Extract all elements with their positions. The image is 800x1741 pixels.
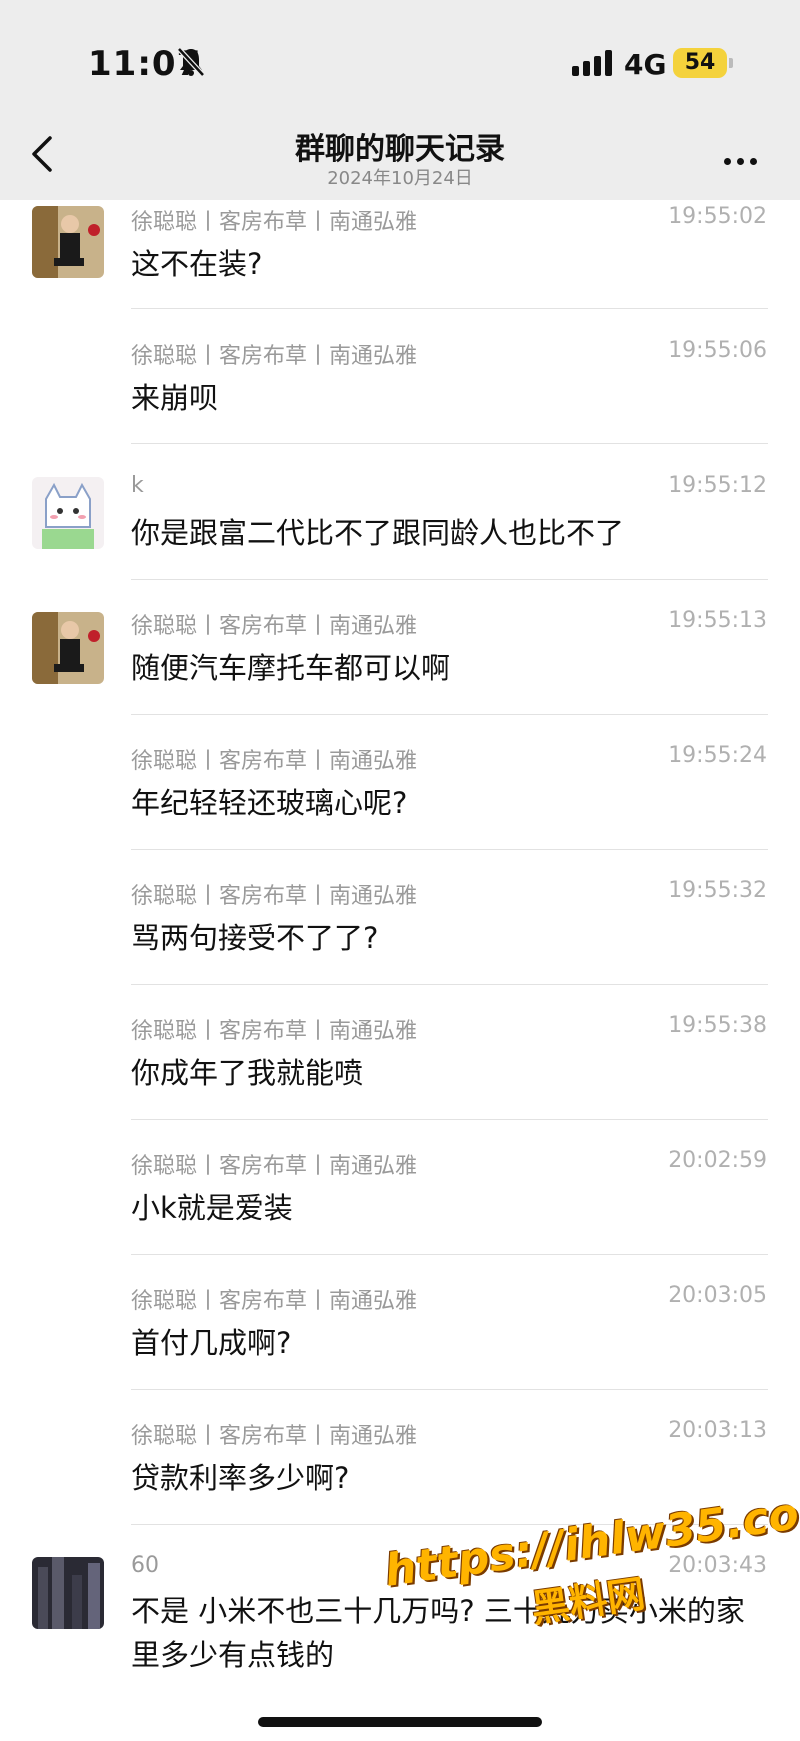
sender-name: 徐聪聪丨客房布草丨南通弘雅 — [131, 1154, 418, 1179]
sender-name: k — [131, 473, 144, 498]
divider — [131, 308, 768, 309]
message-text: 来崩呗 — [131, 381, 219, 415]
page-title: 群聊的聊天记录 — [295, 132, 505, 167]
message-time: 20:03:05 — [668, 1283, 767, 1308]
sender-name: 徐聪聪丨客房布草丨南通弘雅 — [131, 1424, 418, 1449]
divider — [131, 984, 768, 985]
sender-name: 60 — [131, 1553, 159, 1578]
status-bar: 11:07 4G 54 — [0, 0, 800, 120]
divider — [131, 1254, 768, 1255]
message-text: 首付几成啊? — [131, 1326, 292, 1360]
avatar[interactable] — [32, 1557, 104, 1629]
message-time: 20:03:13 — [668, 1418, 767, 1443]
message-text: 随便汽车摩托车都可以啊 — [131, 651, 451, 685]
home-indicator[interactable] — [258, 1717, 542, 1727]
sender-name: 徐聪聪丨客房布草丨南通弘雅 — [131, 1019, 418, 1044]
message-text: 贷款利率多少啊? — [131, 1461, 350, 1495]
message-time: 19:55:02 — [668, 204, 767, 229]
avatar[interactable] — [32, 612, 104, 684]
divider — [131, 443, 768, 444]
message-text: 年纪轻轻还玻璃心呢? — [131, 786, 408, 820]
message-time: 19:55:12 — [668, 473, 767, 498]
signal-icon — [572, 50, 612, 76]
message-time: 19:55:06 — [668, 338, 767, 363]
network-type: 4G — [624, 48, 667, 81]
nav-bar: 群聊的聊天记录 2024年10月24日 — [0, 120, 800, 200]
message-time: 19:55:38 — [668, 1013, 767, 1038]
divider — [131, 1389, 768, 1390]
mute-bell-icon — [177, 47, 205, 77]
sender-name: 徐聪聪丨客房布草丨南通弘雅 — [131, 749, 418, 774]
sender-name: 徐聪聪丨客房布草丨南通弘雅 — [131, 210, 418, 235]
sender-name: 徐聪聪丨客房布草丨南通弘雅 — [131, 344, 418, 369]
message-time: 19:55:24 — [668, 743, 767, 768]
message-time: 20:02:59 — [668, 1148, 767, 1173]
divider — [131, 849, 768, 850]
message-text: 这不在装? — [131, 247, 263, 281]
more-options-icon[interactable] — [724, 150, 764, 165]
divider — [131, 714, 768, 715]
sender-name: 徐聪聪丨客房布草丨南通弘雅 — [131, 614, 418, 639]
message-text: 你是跟富二代比不了跟同龄人也比不了 — [131, 516, 625, 550]
sender-name: 徐聪聪丨客房布草丨南通弘雅 — [131, 1289, 418, 1314]
message-text: 骂两句接受不了了? — [131, 921, 379, 955]
avatar[interactable] — [32, 206, 104, 278]
message-time: 19:55:13 — [668, 608, 767, 633]
message-text: 你成年了我就能喷 — [131, 1056, 364, 1090]
avatar[interactable] — [32, 477, 104, 549]
divider — [131, 1119, 768, 1120]
divider — [131, 579, 768, 580]
message-text: 小k就是爱装 — [131, 1191, 293, 1225]
battery-tip — [729, 58, 733, 68]
message-time: 19:55:32 — [668, 878, 767, 903]
page-subtitle-date: 2024年10月24日 — [327, 168, 473, 189]
battery-indicator: 54 — [673, 48, 727, 78]
sender-name: 徐聪聪丨客房布草丨南通弘雅 — [131, 884, 418, 909]
